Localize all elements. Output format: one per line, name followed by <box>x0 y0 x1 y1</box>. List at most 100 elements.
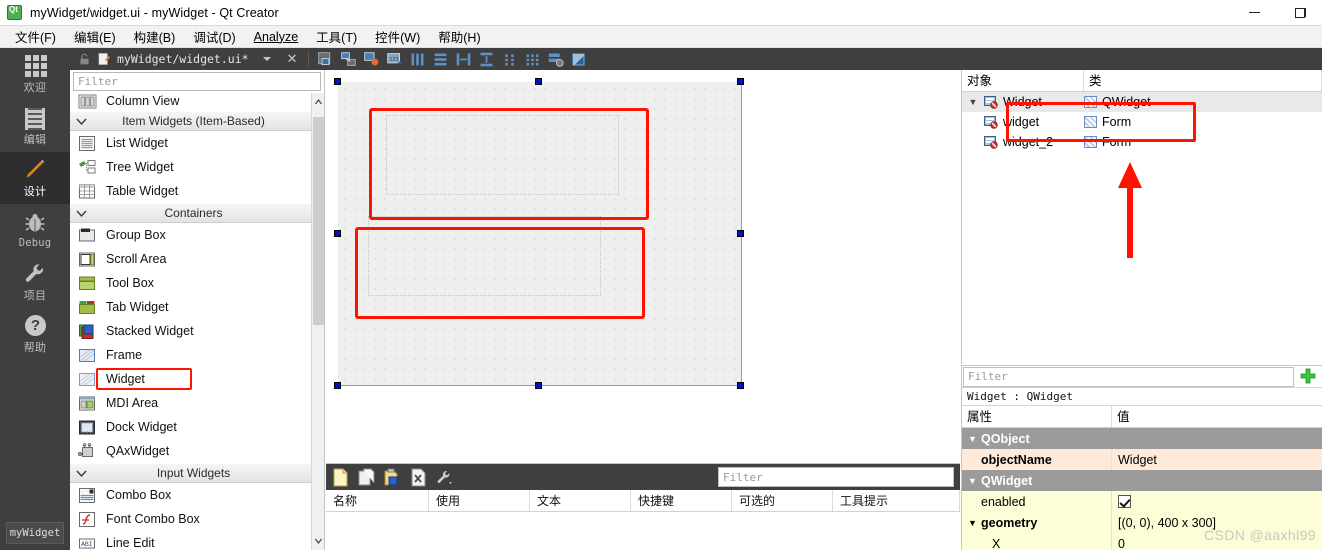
new-action-icon[interactable] <box>332 468 349 487</box>
action-col-tooltip[interactable]: 工具提示 <box>833 490 960 511</box>
widget-item-combo-box[interactable]: Combo Box <box>70 483 324 507</box>
property-row-objectname[interactable]: objectName Widget <box>962 449 1322 470</box>
layout-vertically-icon[interactable] <box>432 51 449 68</box>
chevron-down-icon[interactable]: ▼ <box>967 434 978 444</box>
chevron-down-icon[interactable] <box>315 538 322 544</box>
widget-category-item-widgets[interactable]: Item Widgets (Item-Based) <box>70 111 324 131</box>
action-col-shortcut[interactable]: 快捷键 <box>631 490 732 511</box>
mode-projects[interactable]: 项目 <box>0 256 70 308</box>
action-editor-filter-input[interactable]: Filter <box>718 467 954 487</box>
delete-icon[interactable] <box>410 468 427 487</box>
layout-splitter-horizontal-icon[interactable] <box>455 51 472 68</box>
widget-box-filter-input[interactable]: Filter <box>73 72 321 91</box>
widget-item-stacked-widget[interactable]: Stacked Widget <box>70 319 324 343</box>
edit-tab-order-icon[interactable]: 123 <box>386 51 403 68</box>
minimize-button[interactable] <box>1232 0 1277 26</box>
widget-item-font-combo-box[interactable]: Font Combo Box <box>70 507 324 531</box>
adjust-size-icon[interactable] <box>570 51 587 68</box>
edit-buddies-icon[interactable] <box>363 51 380 68</box>
widget-item-tool-box[interactable]: Tool Box <box>70 271 324 295</box>
configure-icon[interactable] <box>436 468 453 487</box>
form-canvas-area[interactable] <box>326 70 960 463</box>
break-layout-icon[interactable] <box>547 51 565 68</box>
active-project-chip[interactable]: myWidget <box>6 522 64 544</box>
object-row-widget-2-child[interactable]: widget_2 Form <box>962 132 1322 152</box>
layout-grid-icon[interactable] <box>524 51 541 68</box>
selection-handle-ml[interactable] <box>334 230 341 237</box>
property-group-qwidget[interactable]: ▼ QWidget <box>962 470 1322 491</box>
property-filter-input[interactable]: Filter <box>963 366 1294 387</box>
selection-handle-br[interactable] <box>737 382 744 389</box>
widget-item-qax-widget[interactable]: QAxWidget <box>70 439 324 463</box>
edit-signals-slots-icon[interactable] <box>340 51 357 68</box>
scrollbar-thumb[interactable] <box>313 117 324 325</box>
copy-icon[interactable] <box>358 468 375 487</box>
object-row-widget[interactable]: ▼ Widget QWidget <box>962 92 1322 112</box>
menu-debug[interactable]: 调试(D) <box>184 25 244 48</box>
chevron-down-icon[interactable]: ▼ <box>967 518 978 528</box>
action-col-text[interactable]: 文本 <box>530 490 631 511</box>
property-value[interactable]: 0 <box>1112 533 1322 550</box>
chevron-up-icon[interactable] <box>315 99 322 105</box>
selection-handle-mr[interactable] <box>737 230 744 237</box>
mode-debug[interactable]: Debug <box>0 204 70 256</box>
widget-item-scroll-area[interactable]: Scroll Area <box>70 247 324 271</box>
edit-widgets-icon[interactable] <box>317 51 334 68</box>
widget-item-group-box[interactable]: Group Box <box>70 223 324 247</box>
selection-handle-tl[interactable] <box>334 78 341 85</box>
menu-edit[interactable]: 编辑(E) <box>65 25 125 48</box>
widget-box-scrollbar[interactable] <box>311 93 324 550</box>
widget-item-dock-widget[interactable]: Dock Widget <box>70 415 324 439</box>
property-group-qobject[interactable]: ▼ QObject <box>962 428 1322 449</box>
property-col-property[interactable]: 属性 <box>962 406 1112 427</box>
widget-category-containers[interactable]: Containers <box>70 203 324 223</box>
chevron-down-icon[interactable] <box>262 57 271 61</box>
mode-help[interactable]: ? 帮助 <box>0 308 70 360</box>
selection-handle-bl[interactable] <box>334 382 341 389</box>
widget-item-list-widget[interactable]: List Widget <box>70 131 324 155</box>
close-icon[interactable]: ✕ <box>281 51 304 67</box>
selection-handle-tr[interactable] <box>737 78 744 85</box>
layout-form-icon[interactable] <box>501 51 518 68</box>
object-row-widget-child[interactable]: widget Form <box>962 112 1322 132</box>
widget-item-tree-widget[interactable]: Tree Widget <box>70 155 324 179</box>
menu-file[interactable]: 文件(F) <box>6 25 65 48</box>
chevron-down-icon[interactable]: ▼ <box>967 476 978 486</box>
checkbox-checked-icon[interactable] <box>1118 495 1131 508</box>
object-col-object[interactable]: 对象 <box>962 70 1084 91</box>
menu-build[interactable]: 构建(B) <box>125 25 185 48</box>
menu-widgets[interactable]: 控件(W) <box>366 25 429 48</box>
mode-design[interactable]: 设计 <box>0 152 70 204</box>
menu-analyze[interactable]: Analyze <box>245 28 307 46</box>
widget-item-widget[interactable]: Widget <box>70 367 324 391</box>
add-property-button[interactable] <box>1294 368 1322 386</box>
widget-item-tab-widget[interactable]: Tab Widget <box>70 295 324 319</box>
widget-item-frame[interactable]: Frame <box>70 343 324 367</box>
paste-icon[interactable] <box>384 468 401 487</box>
property-value[interactable]: [(0, 0), 400 x 300] <box>1112 512 1322 533</box>
action-col-used[interactable]: 使用 <box>429 490 530 511</box>
menu-help[interactable]: 帮助(H) <box>429 25 489 48</box>
widget-item-line-edit[interactable]: ABI Line Edit <box>70 531 324 550</box>
menu-tools[interactable]: 工具(T) <box>307 25 366 48</box>
widget-item-mdi-area[interactable]: MDI Area <box>70 391 324 415</box>
widget-category-input-widgets[interactable]: Input Widgets <box>70 463 324 483</box>
unlocked-icon[interactable] <box>78 53 91 66</box>
widget-box-list[interactable]: Column View Item Widgets (Item-Based) Li… <box>70 93 324 550</box>
property-row-enabled[interactable]: enabled <box>962 491 1322 512</box>
open-document-name[interactable]: myWidget/widget.ui* <box>117 52 249 66</box>
mode-welcome[interactable]: 欢迎 <box>0 48 70 100</box>
layout-horizontally-icon[interactable] <box>409 51 426 68</box>
action-col-name[interactable]: 名称 <box>326 490 429 511</box>
property-value[interactable]: Widget <box>1112 449 1322 470</box>
property-value-enabled[interactable] <box>1112 491 1322 512</box>
selection-handle-bc[interactable] <box>535 382 542 389</box>
property-row-geometry[interactable]: ▼ geometry [(0, 0), 400 x 300] <box>962 512 1322 533</box>
property-row-geometry-x[interactable]: X 0 <box>962 533 1322 550</box>
widget-item-column-view[interactable]: Column View <box>70 93 324 111</box>
maximize-button[interactable] <box>1277 0 1322 26</box>
property-col-value[interactable]: 值 <box>1112 406 1130 427</box>
selection-handle-tc[interactable] <box>535 78 542 85</box>
layout-splitter-vertical-icon[interactable] <box>478 51 495 68</box>
chevron-down-icon[interactable]: ▼ <box>967 97 979 107</box>
